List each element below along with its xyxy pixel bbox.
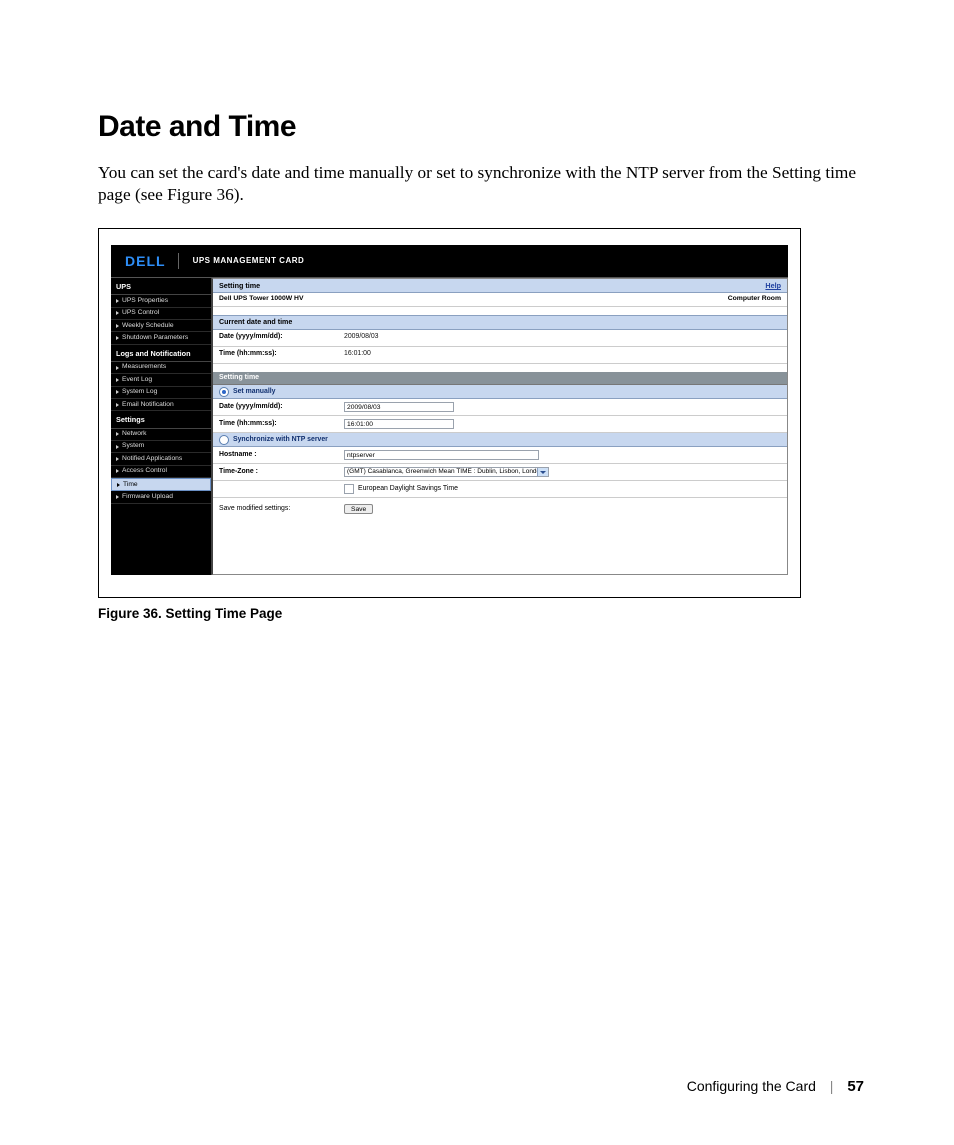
device-location: Computer Room — [728, 295, 781, 303]
chevron-right-icon — [116, 390, 119, 394]
chevron-right-icon — [116, 324, 119, 328]
help-link[interactable]: Help — [765, 281, 781, 290]
footer-page-number: 57 — [847, 1078, 864, 1095]
dst-checkbox[interactable] — [344, 484, 354, 494]
radio-icon[interactable] — [219, 435, 229, 445]
radio-label: Synchronize with NTP server — [233, 436, 328, 445]
sidebar-item-label: Event Log — [122, 376, 152, 384]
sidebar-item-ups-control[interactable]: UPS Control — [111, 308, 211, 320]
device-name: Dell UPS Tower 1000W HV — [219, 295, 303, 303]
hostname-input[interactable] — [344, 450, 539, 460]
chevron-right-icon — [116, 299, 119, 303]
manual-date-input[interactable] — [344, 402, 454, 412]
page-footer: Configuring the Card | 57 — [687, 1078, 864, 1095]
sidebar-item-label: Access Control — [122, 467, 167, 475]
section-setting-time: Setting time — [213, 372, 787, 386]
chevron-right-icon — [116, 403, 119, 407]
sidebar-item-label: UPS Control — [122, 309, 159, 317]
page-title: Setting time — [219, 281, 260, 290]
dst-label: European Daylight Savings Time — [358, 485, 458, 494]
sidebar-section-ups: UPS — [111, 278, 211, 295]
sidebar-item-label: Notified Applications — [122, 455, 182, 463]
chevron-right-icon — [116, 469, 119, 473]
radio-icon[interactable] — [219, 387, 229, 397]
sidebar-item-event-log[interactable]: Event Log — [111, 374, 211, 386]
current-time-value: 16:01:00 — [344, 350, 371, 359]
sidebar-item-label: Shutdown Parameters — [122, 334, 188, 342]
sidebar-section-settings: Settings — [111, 411, 211, 428]
current-time-row: Time (hh:mm:ss): 16:01:00 — [213, 347, 787, 364]
page-titlebar: Setting time Help — [213, 279, 787, 293]
sidebar-item-access-control[interactable]: Access Control — [111, 466, 211, 478]
sidebar-item-label: System Log — [122, 388, 157, 396]
time-label: Time (hh:mm:ss): — [219, 350, 344, 359]
section-heading: Date and Time — [98, 110, 864, 144]
sidebar-section-logs: Logs and Notification — [111, 345, 211, 362]
sidebar-item-ups-properties[interactable]: UPS Properties — [111, 295, 211, 307]
hostname-row: Hostname : — [213, 447, 787, 464]
sidebar-item-shutdown-parameters[interactable]: Shutdown Parameters — [111, 332, 211, 344]
figure-caption: Figure 36. Setting Time Page — [98, 606, 864, 621]
sidebar-item-system-log[interactable]: System Log — [111, 387, 211, 399]
sidebar-item-weekly-schedule[interactable]: Weekly Schedule — [111, 320, 211, 332]
device-info-row: Dell UPS Tower 1000W HV Computer Room — [213, 293, 787, 306]
dell-logo: DELL — [125, 253, 166, 271]
chevron-down-icon[interactable] — [537, 468, 548, 476]
sidebar-item-label: Network — [122, 430, 147, 438]
chevron-right-icon — [116, 378, 119, 382]
main-panel: Setting time Help Dell UPS Tower 1000W H… — [212, 278, 788, 575]
save-label: Save modified settings: — [219, 505, 344, 514]
sidebar-item-firmware-upload[interactable]: Firmware Upload — [111, 491, 211, 503]
sidebar-item-label: Email Notification — [122, 401, 174, 409]
sidebar-item-measurements[interactable]: Measurements — [111, 362, 211, 374]
chevron-right-icon — [116, 311, 119, 315]
sidebar-item-time[interactable]: Time — [111, 478, 211, 491]
manual-time-input[interactable] — [344, 419, 454, 429]
dst-row: European Daylight Savings Time — [213, 481, 787, 498]
chevron-right-icon — [116, 495, 119, 499]
section-current-datetime: Current date and time — [213, 315, 787, 330]
time-label: Time (hh:mm:ss): — [219, 420, 344, 429]
sidebar-item-label: Weekly Schedule — [122, 322, 174, 330]
sidebar-item-email-notification[interactable]: Email Notification — [111, 399, 211, 411]
footer-separator: | — [830, 1078, 834, 1094]
sidebar-item-label: Measurements — [122, 363, 166, 371]
radio-label: Set manually — [233, 388, 276, 397]
intro-paragraph: You can set the card's date and time man… — [98, 162, 864, 206]
chevron-right-icon — [116, 432, 119, 436]
app-header: DELL UPS MANAGEMENT CARD — [111, 245, 788, 278]
footer-section: Configuring the Card — [687, 1078, 816, 1094]
sidebar-item-label: System — [122, 442, 144, 450]
date-label: Date (yyyy/mm/dd): — [219, 333, 344, 342]
date-label: Date (yyyy/mm/dd): — [219, 403, 344, 412]
save-row: Save modified settings: Save — [213, 498, 787, 520]
sidebar-item-label: Time — [123, 481, 138, 489]
sidebar-item-notified-applications[interactable]: Notified Applications — [111, 453, 211, 465]
save-button[interactable]: Save — [344, 504, 373, 514]
hostname-label: Hostname : — [219, 451, 344, 460]
timezone-value: (GMT) Casablanca, Greenwich Mean TIME : … — [347, 468, 544, 476]
header-divider — [178, 253, 179, 269]
timezone-select[interactable]: (GMT) Casablanca, Greenwich Mean TIME : … — [344, 467, 549, 477]
sidebar: UPS UPS Properties UPS Control Weekly Sc… — [111, 278, 212, 575]
chevron-right-icon — [116, 457, 119, 461]
sidebar-item-system[interactable]: System — [111, 441, 211, 453]
chevron-right-icon — [117, 483, 120, 487]
figure-screenshot: DELL UPS MANAGEMENT CARD UPS UPS Propert… — [98, 228, 801, 598]
current-date-value: 2009/08/03 — [344, 333, 379, 342]
timezone-label: Time-Zone : — [219, 468, 344, 477]
radio-set-manually[interactable]: Set manually — [213, 385, 787, 399]
manual-time-row: Time (hh:mm:ss): — [213, 416, 787, 433]
sidebar-item-label: Firmware Upload — [122, 493, 173, 501]
chevron-right-icon — [116, 445, 119, 449]
chevron-right-icon — [116, 366, 119, 370]
sidebar-item-label: UPS Properties — [122, 297, 168, 305]
radio-sync-ntp[interactable]: Synchronize with NTP server — [213, 433, 787, 447]
chevron-right-icon — [116, 336, 119, 340]
app-title: UPS MANAGEMENT CARD — [193, 256, 305, 266]
current-date-row: Date (yyyy/mm/dd): 2009/08/03 — [213, 330, 787, 347]
sidebar-item-network[interactable]: Network — [111, 429, 211, 441]
timezone-row: Time-Zone : (GMT) Casablanca, Greenwich … — [213, 464, 787, 481]
manual-date-row: Date (yyyy/mm/dd): — [213, 399, 787, 416]
